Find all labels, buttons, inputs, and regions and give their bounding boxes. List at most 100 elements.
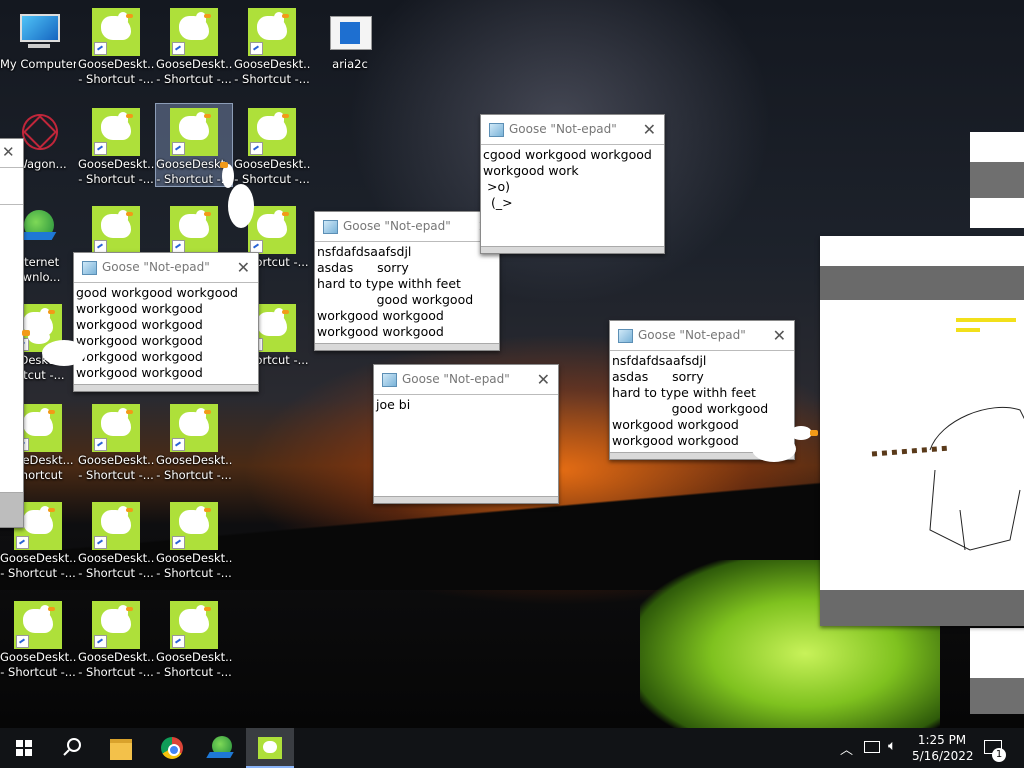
window-bottom-edge: [74, 384, 258, 391]
folder-icon: [110, 739, 132, 760]
goose-shortcut-icon[interactable]: GooseDeskt... - Shortcut -...: [156, 597, 232, 680]
icon-label: - Shortcut -...: [156, 468, 232, 482]
icon-label: My Computer: [0, 57, 76, 71]
goose-shortcut-icon[interactable]: GooseDeskt... - Shortcut -...: [156, 400, 232, 483]
window-titlebar[interactable]: Goose "Not-epad" ✕: [374, 365, 558, 394]
goose-icon: [92, 108, 140, 156]
goose-sprite[interactable]: [18, 322, 88, 370]
window-bottom-edge: [374, 496, 558, 503]
volume-icon[interactable]: 🔈︎: [888, 738, 896, 754]
goose-icon: [170, 601, 218, 649]
goose-icon: [92, 206, 140, 254]
internet-download-manager-button[interactable]: [198, 728, 246, 768]
icon-label: GooseDeskt...: [234, 57, 310, 71]
window-title: Goose "Not-epad": [102, 260, 210, 274]
window-title: Goose "Not-epad": [638, 328, 746, 342]
close-icon[interactable]: ✕: [773, 321, 786, 350]
taskbar: ︿ 🔈︎ 1:25 PM 5/16/2022 1: [0, 728, 1024, 768]
goose-shortcut-icon[interactable]: GooseDeskt... - Shortcut -...: [78, 498, 154, 581]
window-titlebar[interactable]: Goose "Not-epad" ✕: [481, 115, 664, 144]
notepad-window-1[interactable]: Goose "Not-epad" ✕ good workgood workgoo…: [73, 252, 259, 392]
goose-icon: [92, 601, 140, 649]
goose-meme-window[interactable]: [820, 236, 1024, 626]
file-explorer-button[interactable]: [98, 728, 146, 768]
goose-icon: [248, 8, 296, 56]
close-icon[interactable]: ✕: [2, 143, 15, 161]
meme-image: [820, 300, 1024, 590]
notepad-icon: [323, 220, 338, 234]
goose-icon: [170, 502, 218, 550]
aria2c-icon[interactable]: aria2c: [312, 4, 388, 72]
network-icon[interactable]: [864, 741, 880, 753]
notepad-window-3[interactable]: Goose "Not-epad" ✕ cgood workgood workgo…: [480, 114, 665, 254]
icon-label: GooseDeskt...: [78, 57, 154, 71]
desktop: My Computer GooseDeskt... - Shortcut -..…: [0, 0, 1024, 728]
goose-shortcut-icon[interactable]: GooseDeskt... - Shortcut -...: [78, 104, 154, 187]
goose-icon: [92, 8, 140, 56]
icon-label: - Shortcut -...: [156, 665, 232, 679]
window-title: Goose "Not-epad": [509, 122, 617, 136]
icon-label: GooseDeskt...: [78, 453, 154, 467]
notepad-text[interactable]: cgood workgood workgood workgood work >o…: [481, 144, 664, 249]
notepad-icon: [82, 261, 97, 275]
goose-icon: [170, 404, 218, 452]
notepad-window-2[interactable]: Goose "Not-epad" ✕ nsfdafdsaafsdjl asdas…: [314, 211, 500, 351]
icon-label: GooseDeskt...: [78, 551, 154, 565]
goose-icon: [170, 8, 218, 56]
goose-shortcut-icon[interactable]: GooseDeskt... - Shortcut -...: [234, 4, 310, 87]
goose-sprite[interactable]: [750, 424, 822, 474]
close-icon[interactable]: ✕: [237, 253, 250, 282]
search-button[interactable]: [48, 728, 96, 768]
close-icon[interactable]: ✕: [643, 115, 656, 144]
window-titlebar[interactable]: [820, 236, 1024, 266]
icon-label: GooseDeskt...: [156, 57, 232, 71]
icon-label: GooseDeskt...: [156, 453, 232, 467]
goose-sprite[interactable]: [218, 160, 268, 236]
goose-shortcut-icon[interactable]: GooseDeskt... - Shortcut -...: [78, 4, 154, 87]
window-titlebar[interactable]: Goose "Not-epad" ✕: [610, 321, 794, 350]
window-bottom-edge: [481, 246, 664, 253]
goose-shortcut-icon[interactable]: GooseDeskt... - Shortcut -...: [156, 4, 232, 87]
start-button[interactable]: [0, 728, 48, 768]
window-titlebar[interactable]: Goose "Not-epad" ✕: [315, 212, 499, 241]
notepad-text-active[interactable]: joe bi: [374, 394, 558, 499]
windows-icon: [16, 740, 32, 756]
notification-center-button[interactable]: 1: [980, 728, 1020, 768]
chrome-button[interactable]: [148, 728, 196, 768]
icon-label: - Shortcut -...: [0, 566, 76, 580]
icon-label: GooseDeskt...: [0, 650, 76, 664]
goose-icon: [92, 404, 140, 452]
goose-icon: [248, 108, 296, 156]
notepad-icon: [489, 123, 504, 137]
goose-desktop-button[interactable]: [246, 728, 294, 768]
my-computer-icon[interactable]: My Computer: [0, 4, 76, 72]
goose-icon: [92, 502, 140, 550]
search-icon: [63, 738, 81, 756]
clock[interactable]: 1:25 PM 5/16/2022: [912, 728, 974, 768]
goose-shortcut-icon[interactable]: [78, 202, 154, 255]
window-bottom-edge: [315, 343, 499, 350]
notepad-window-4[interactable]: Goose "Not-epad" ✕ joe bi: [373, 364, 559, 504]
icon-label: GooseDeskt...: [78, 650, 154, 664]
icon-label: - Shortcut -...: [156, 72, 232, 86]
icon-label: - Shortcut -...: [234, 72, 310, 86]
icon-label: - Shortcut -...: [78, 468, 154, 482]
icon-label: GooseDeskt...: [156, 551, 232, 565]
goose-icon: [170, 206, 218, 254]
close-icon[interactable]: ✕: [537, 365, 550, 394]
icon-label: - Shortcut -...: [78, 72, 154, 86]
notepad-text[interactable]: nsfdafdsaafsdjl asdas sorry hard to type…: [315, 241, 499, 346]
notepad-text[interactable]: good workgood workgood workgood workgood…: [74, 282, 258, 387]
notification-badge: 1: [992, 748, 1006, 762]
notepad-icon: [382, 373, 397, 387]
goose-shortcut-icon[interactable]: GooseDeskt... - Shortcut -...: [156, 498, 232, 581]
goose-shortcut-icon[interactable]: GooseDeskt... - Shortcut -...: [78, 400, 154, 483]
chevron-up-icon[interactable]: ︿: [840, 739, 853, 758]
icon-label: GooseDeskt...: [0, 551, 76, 565]
document-window-icon: [326, 8, 374, 56]
goose-shortcut-icon[interactable]: GooseDeskt... - Shortcut -...: [0, 597, 76, 680]
window-titlebar[interactable]: Goose "Not-epad" ✕: [74, 253, 258, 282]
computer-icon: [14, 8, 62, 56]
goose-shortcut-icon[interactable]: GooseDeskt... - Shortcut -...: [78, 597, 154, 680]
icon-label: GooseDeskt...: [78, 157, 154, 171]
